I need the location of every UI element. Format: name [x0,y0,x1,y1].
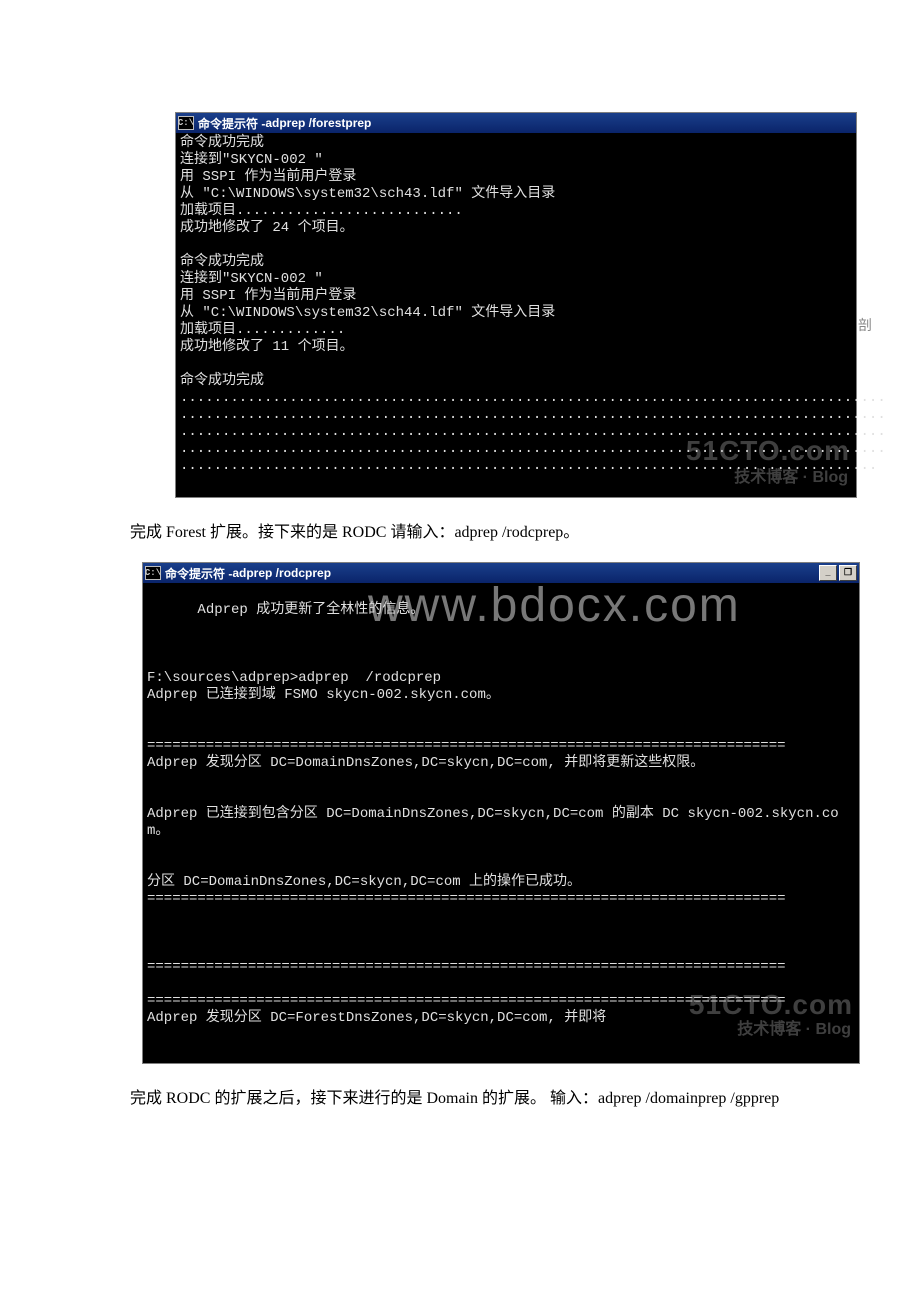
title-command: adprep /rodcprep [232,566,331,580]
titlebar[interactable]: C:\ 命令提示符 - adprep /forestprep [176,113,856,133]
cmd-icon: C:\ [178,116,194,130]
title-prefix: 命令提示符 - [165,565,232,582]
title-prefix: 命令提示符 - [198,115,265,132]
cut-off-char: 剖 [858,315,920,335]
doc-paragraph-1: 完成 Forest 扩展。接下来的是 RODC 请输入：adprep /rodc… [130,522,830,544]
titlebar[interactable]: C:\ 命令提示符 - adprep /rodcprep _ ❐ [143,563,859,583]
restore-button[interactable]: ❐ [839,565,857,581]
console-output[interactable]: 命令成功完成 连接到"SKYCN-002 " 用 SSPI 作为当前用户登录 从… [176,133,856,497]
console-output[interactable]: Adprep 成功更新了全林性的信息。 F:\sources\adprep>ad… [143,583,859,1063]
window-controls: _ ❐ [819,565,857,581]
cmd-window-rodcprep: C:\ 命令提示符 - adprep /rodcprep _ ❐ Adprep … [142,562,860,1064]
console-text: Adprep 成功更新了全林性的信息。 F:\sources\adprep>ad… [147,602,839,1026]
minimize-button[interactable]: _ [819,565,837,581]
doc-paragraph-2: 完成 RODC 的扩展之后，接下来进行的是 Domain 的扩展。 输入：adp… [130,1088,830,1110]
cmd-window-forestprep: C:\ 命令提示符 - adprep /forestprep 命令成功完成 连接… [175,112,857,498]
cmd-icon: C:\ [145,566,161,580]
title-command: adprep /forestprep [265,116,371,130]
